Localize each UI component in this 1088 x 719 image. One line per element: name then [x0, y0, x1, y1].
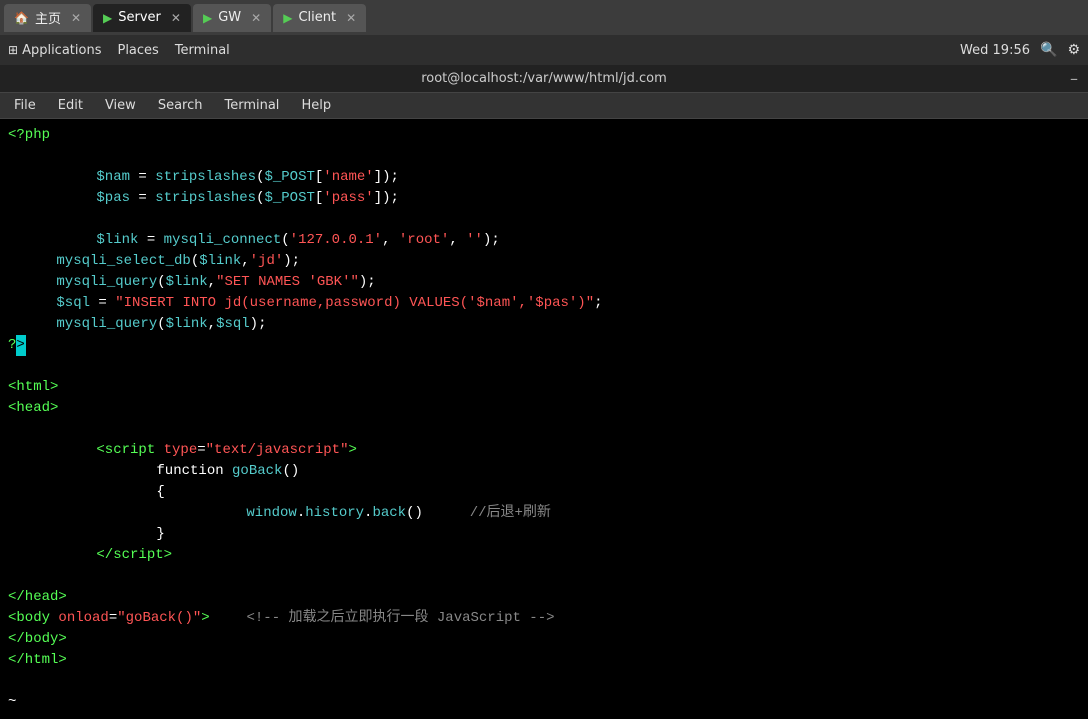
code-line-query-sql: mysqli_query($link,$sql); — [8, 314, 1080, 335]
code-line-setnames: mysqli_query($link,"SET NAMES 'GBK'"); — [8, 272, 1080, 293]
tab-client-close[interactable]: ✕ — [346, 11, 356, 25]
code-line-script-close: </script> — [8, 545, 1080, 566]
tab-server-close[interactable]: ✕ — [171, 11, 181, 25]
menu-bar: File Edit View Search Terminal Help — [0, 93, 1088, 119]
code-line-script-open: <script type="text/javascript"> — [8, 440, 1080, 461]
places-label: Places — [117, 43, 158, 58]
code-line-close-brace: } — [8, 524, 1080, 545]
code-line-sql: $sql = "INSERT INTO jd(username,password… — [8, 293, 1080, 314]
code-line-history-back: window.history.back() //后退+刷新 — [8, 503, 1080, 524]
menu-search[interactable]: Search — [148, 96, 213, 115]
code-line-nam: $nam = stripslashes($_POST['name']); — [8, 167, 1080, 188]
menu-file[interactable]: File — [4, 96, 46, 115]
code-line-blank6 — [8, 671, 1080, 692]
tab-gw[interactable]: ▶ GW ✕ — [193, 4, 271, 32]
clock: Wed 19:56 — [960, 43, 1030, 58]
code-line-html: <html> — [8, 377, 1080, 398]
tab-client[interactable]: ▶ Client ✕ — [273, 4, 366, 32]
tab-server[interactable]: ▶ Server ✕ — [93, 4, 191, 32]
tab-gw-close[interactable]: ✕ — [251, 11, 261, 25]
code-line-link: $link = mysqli_connect('127.0.0.1', 'roo… — [8, 230, 1080, 251]
code-line-body-open: <body onload="goBack()"> <!-- 加载之后立即执行一段… — [8, 608, 1080, 629]
code-line-blank1 — [8, 146, 1080, 167]
tab-client-label: Client — [298, 10, 336, 25]
code-line-blank5 — [8, 566, 1080, 587]
tab-server-label: Server — [118, 10, 161, 25]
search-icon[interactable]: 🔍 — [1040, 42, 1057, 58]
menu-edit[interactable]: Edit — [48, 96, 93, 115]
system-bar-left: ⊞ Applications Places Terminal — [8, 43, 230, 58]
home-icon: 🏠 — [14, 11, 29, 25]
server-icon: ▶ — [103, 11, 112, 25]
system-bar: ⊞ Applications Places Terminal Wed 19:56… — [0, 35, 1088, 65]
code-line-head-close: </head> — [8, 587, 1080, 608]
tab-home-close[interactable]: ✕ — [71, 11, 81, 25]
window-title: root@localhost:/var/www/html/jd.com — [421, 71, 667, 86]
code-line-blank3 — [8, 356, 1080, 377]
code-line-phpclose: ?> — [8, 335, 1080, 356]
code-line-blank4 — [8, 419, 1080, 440]
menu-view[interactable]: View — [95, 96, 146, 115]
settings-icon[interactable]: ⚙ — [1067, 42, 1080, 58]
title-bar: root@localhost:/var/www/html/jd.com – — [0, 65, 1088, 93]
menu-help[interactable]: Help — [291, 96, 341, 115]
places-menu[interactable]: Places — [117, 43, 158, 58]
terminal-label: Terminal — [175, 43, 230, 58]
code-line-func-goback: function goBack() — [8, 461, 1080, 482]
client-icon: ▶ — [283, 11, 292, 25]
applications-grid-icon: ⊞ — [8, 43, 18, 57]
system-bar-right: Wed 19:56 🔍 ⚙ — [960, 42, 1080, 58]
tab-bar: 🏠 主页 ✕ ▶ Server ✕ ▶ GW ✕ ▶ Client ✕ — [0, 0, 1088, 35]
code-line-pas: $pas = stripslashes($_POST['pass']); — [8, 188, 1080, 209]
applications-label: Applications — [22, 43, 101, 58]
code-line-1: <?php — [8, 125, 1080, 146]
gw-icon: ▶ — [203, 11, 212, 25]
terminal-menu[interactable]: Terminal — [175, 43, 230, 58]
tab-home[interactable]: 🏠 主页 ✕ — [4, 4, 91, 32]
code-line-prompt: ~ — [8, 692, 1080, 713]
code-line-open-brace: { — [8, 482, 1080, 503]
tab-gw-label: GW — [218, 10, 241, 25]
code-line-body-close: </body> — [8, 629, 1080, 650]
terminal-content[interactable]: <?php $nam = stripslashes($_POST['name']… — [0, 119, 1088, 719]
applications-menu[interactable]: ⊞ Applications — [8, 43, 101, 58]
code-line-blank2 — [8, 209, 1080, 230]
code-line-html-close: </html> — [8, 650, 1080, 671]
menu-terminal[interactable]: Terminal — [214, 96, 289, 115]
window-minimize[interactable]: – — [1070, 69, 1078, 88]
code-line-selectdb: mysqli_select_db($link,'jd'); — [8, 251, 1080, 272]
tab-home-label: 主页 — [35, 8, 61, 27]
code-line-head: <head> — [8, 398, 1080, 419]
